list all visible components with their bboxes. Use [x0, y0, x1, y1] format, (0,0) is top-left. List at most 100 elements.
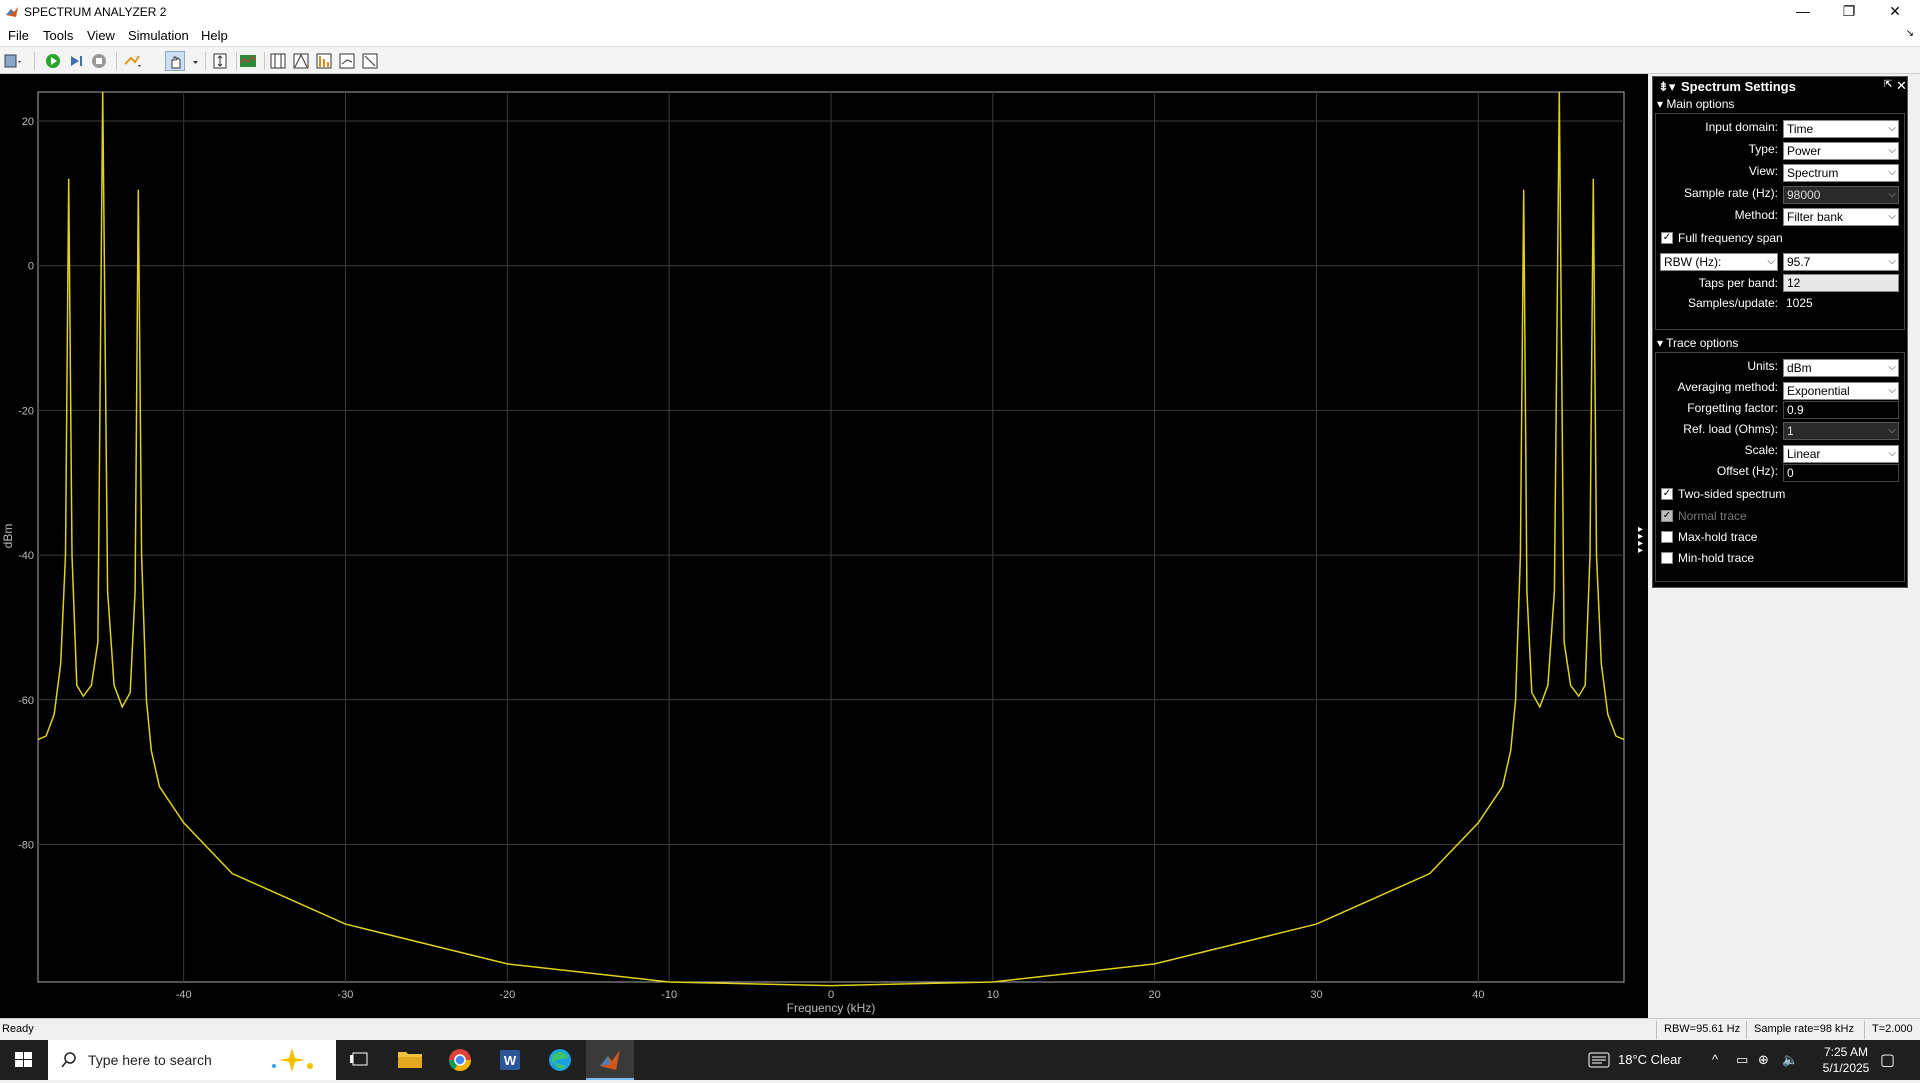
y-tick-label: -60 — [18, 695, 34, 707]
chevron-down-icon: ⌵ — [1767, 256, 1775, 267]
undock-panel-icon[interactable]: ⇱ — [1884, 79, 1892, 90]
step-forward-icon[interactable] — [66, 51, 86, 71]
battery-icon[interactable]: ▭ — [1736, 1052, 1748, 1068]
task-view-button[interactable] — [336, 1040, 384, 1080]
minimize-button[interactable]: — — [1780, 0, 1826, 24]
distortion-icon[interactable] — [314, 51, 334, 71]
menu-simulation[interactable]: Simulation — [128, 28, 189, 43]
scale-axes-icon[interactable] — [210, 51, 230, 71]
forgetting-label: Forgetting factor: — [1687, 401, 1778, 415]
trace-options-section: Units: dBm ⌵ Averaging method: Exponentia… — [1655, 352, 1905, 582]
taps-input[interactable]: 12 — [1783, 274, 1899, 292]
ccdf-icon[interactable] — [337, 51, 357, 71]
restore-button[interactable]: ❐ — [1826, 0, 1872, 24]
close-panel-icon[interactable]: ✕ — [1896, 78, 1907, 94]
x-tick-label: 0 — [828, 989, 834, 1001]
view-select[interactable]: Spectrum ⌵ — [1783, 164, 1899, 182]
averaging-value: Exponential — [1787, 384, 1850, 398]
menu-view[interactable]: View — [87, 28, 115, 43]
folder-icon — [398, 1052, 422, 1068]
y-tick-label: -40 — [18, 550, 34, 562]
method-select[interactable]: Filter bank ⌵ — [1783, 208, 1899, 226]
svg-text:W: W — [504, 1053, 517, 1068]
pan-dropdown-icon[interactable] — [186, 51, 198, 71]
scale-select[interactable]: Linear ⌵ — [1783, 445, 1899, 463]
x-tick-label: -10 — [661, 989, 677, 1001]
menu-help[interactable]: Help — [201, 28, 228, 43]
chevron-down-icon: ⌵ — [1888, 123, 1896, 134]
clock-date: 5/1/2025 — [1822, 1061, 1870, 1075]
spectrum-settings-panel: ⇟▾ Spectrum Settings ⇱ ✕ ▾ Main options … — [1652, 76, 1908, 588]
min-hold-checkbox[interactable] — [1661, 552, 1673, 564]
panel-header: ⇟▾ Spectrum Settings ⇱ ✕ — [1653, 77, 1907, 95]
rbw-select[interactable]: 95.7 ⌵ — [1783, 253, 1899, 271]
chevron-down-icon: ⌵ — [1888, 425, 1896, 436]
panel-menu-icon[interactable]: ⇟▾ — [1658, 79, 1675, 95]
start-button[interactable] — [0, 1040, 48, 1080]
chrome-button[interactable] — [436, 1040, 484, 1080]
main-options-title: Main options — [1666, 97, 1735, 111]
cursor-measurements-icon[interactable] — [268, 51, 288, 71]
spectrum-plot[interactable]: -40 -30 -20 -10 0 10 20 30 40 20 0 -20 -40 -60 -80 dBm… — [0, 74, 1648, 1018]
x-tick-label: 30 — [1310, 989, 1322, 1001]
type-label: Type: — [1748, 142, 1778, 156]
highlight-signal-icon[interactable] — [122, 51, 142, 71]
sample-rate-input[interactable]: 98000 ⌵ — [1783, 186, 1899, 204]
type-select[interactable]: Power ⌵ — [1783, 142, 1899, 160]
file-explorer-button[interactable] — [386, 1040, 434, 1080]
averaging-select[interactable]: Exponential ⌵ — [1783, 382, 1899, 400]
rbw-mode-select[interactable]: RBW (Hz): ⌵ — [1660, 253, 1778, 271]
toolbar — [0, 46, 1920, 74]
max-hold-checkbox[interactable] — [1661, 531, 1673, 543]
full-span-checkbox[interactable]: ✓ — [1661, 232, 1673, 244]
chevron-up-icon[interactable]: ^ — [1712, 1052, 1718, 1067]
task-view-icon — [350, 1052, 368, 1066]
spectrum-chart[interactable]: -40 -30 -20 -10 0 10 20 30 40 20 0 -20 -40 -60 -80 dBm… — [0, 74, 1648, 1018]
input-domain-select[interactable]: Time ⌵ — [1783, 120, 1899, 138]
matlab-taskbar-button[interactable] — [586, 1040, 634, 1080]
forgetting-input[interactable]: 0.9 — [1783, 401, 1899, 419]
pan-icon[interactable] — [165, 51, 185, 71]
network-icon[interactable]: ⊕ — [1758, 1052, 1769, 1068]
two-sided-checkbox[interactable]: ✓ — [1661, 488, 1673, 500]
edge-button[interactable] — [536, 1040, 584, 1080]
type-value: Power — [1787, 144, 1822, 158]
ref-load-input[interactable]: 1 ⌵ — [1783, 422, 1899, 440]
units-select[interactable]: dBm ⌵ — [1783, 359, 1899, 377]
volume-icon[interactable]: 🔈 — [1782, 1052, 1798, 1068]
chrome-icon — [449, 1049, 471, 1071]
main-options-heading[interactable]: ▾ Main options — [1657, 97, 1734, 111]
clock[interactable]: 7:25 AM 5/1/2025 — [1816, 1044, 1876, 1076]
settings-menu-icon[interactable] — [2, 51, 22, 71]
weather-text[interactable]: 18°C Clear — [1618, 1052, 1682, 1067]
main-options-section: Input domain: Time ⌵ Type: Power ⌵ View: S… — [1655, 113, 1905, 330]
trace-options-heading[interactable]: ▾ Trace options — [1657, 336, 1738, 350]
word-button[interactable]: W — [486, 1040, 534, 1080]
offset-input[interactable]: 0 — [1783, 464, 1899, 482]
undock-icon[interactable]: ↘ — [1906, 28, 1914, 39]
peak-finder-icon[interactable] — [291, 51, 311, 71]
scale-label: Scale: — [1744, 443, 1778, 457]
close-button[interactable]: ✕ — [1872, 0, 1918, 24]
search-placeholder: Type here to search — [88, 1052, 212, 1068]
averaging-label: Averaging method: — [1677, 380, 1778, 394]
panel-resize-handle[interactable]: ▸ ▸ ▸ ▸ — [1638, 525, 1643, 556]
spectrogram-icon[interactable] — [238, 51, 258, 71]
chevron-down-icon: ⌵ — [1888, 448, 1896, 459]
menu-file[interactable]: File — [8, 28, 29, 43]
stop-icon[interactable] — [89, 51, 109, 71]
offset-label: Offset (Hz): — [1716, 464, 1778, 478]
notifications-icon[interactable]: ▢ — [1880, 1050, 1895, 1070]
two-sided-label: Two-sided spectrum — [1678, 487, 1786, 501]
word-icon: W — [500, 1050, 520, 1070]
channel-measurements-icon[interactable] — [360, 51, 380, 71]
menu-tools[interactable]: Tools — [43, 28, 73, 43]
rbw-mode-value: RBW (Hz): — [1664, 255, 1722, 269]
x-tick-label: 10 — [987, 989, 999, 1001]
taskbar-search[interactable]: Type here to search — [48, 1040, 336, 1080]
matlab-icon — [6, 7, 18, 17]
ref-load-value: 1 — [1787, 424, 1794, 438]
run-icon[interactable] — [43, 51, 63, 71]
full-span-label: Full frequency span — [1678, 231, 1783, 245]
view-value: Spectrum — [1787, 166, 1839, 180]
